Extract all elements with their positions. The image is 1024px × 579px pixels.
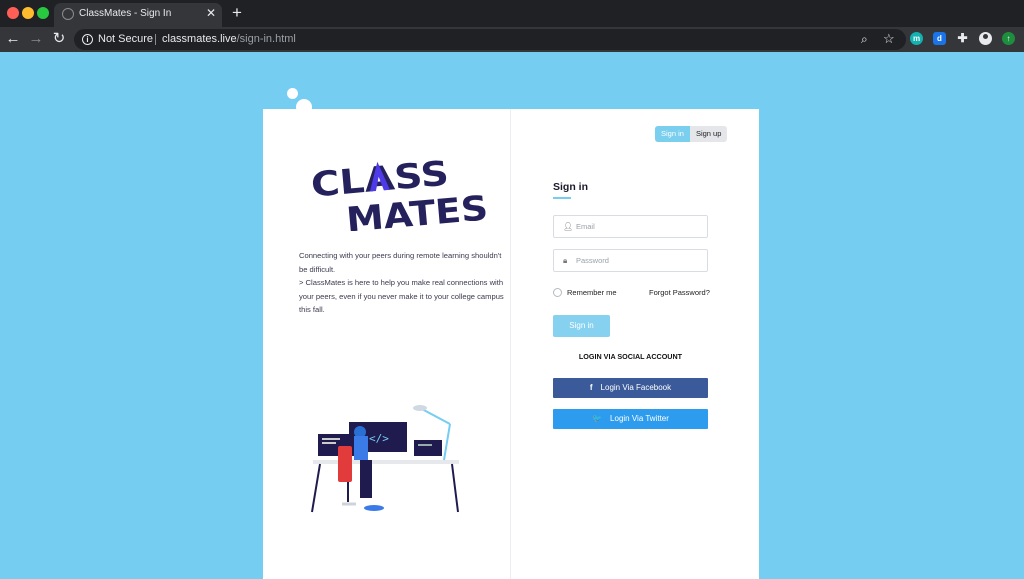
tab-sign-in[interactable]: Sign in: [655, 126, 690, 142]
email-field[interactable]: 👤︎: [553, 215, 708, 238]
password-input[interactable]: [576, 253, 702, 268]
browser-toolbar: ← → ↻ i Not Secure classmates.live/sign-…: [0, 27, 1024, 52]
bookmark-star-icon[interactable]: ☆: [883, 31, 895, 47]
intro-text: Connecting with your peers during remote…: [299, 249, 504, 317]
auth-mode-toggle: Sign in Sign up: [655, 126, 728, 142]
svg-text:</>: </>: [369, 432, 389, 445]
update-icon[interactable]: ↑: [1002, 32, 1015, 45]
extension-d-icon[interactable]: d: [933, 32, 946, 45]
zoom-icon[interactable]: ⌕: [861, 32, 868, 47]
twitter-icon: 🐦: [592, 414, 603, 423]
new-tab-button[interactable]: +: [232, 3, 242, 23]
social-login-heading: LOGIN VIA SOCIAL ACCOUNT: [578, 352, 683, 361]
address-bar[interactable]: i Not Secure classmates.live/sign-in.htm…: [74, 29, 906, 50]
url-path: /sign-in.html: [236, 33, 296, 45]
url-host: classmates.live: [162, 33, 237, 45]
desk-illustration: </>: [311, 405, 459, 513]
title-underline: [553, 197, 571, 199]
minimize-window-button[interactable]: [22, 7, 34, 19]
decorative-dot: [287, 88, 298, 99]
login-facebook-button[interactable]: f Login Via Facebook: [553, 378, 708, 398]
password-field[interactable]: 🔒︎: [553, 249, 708, 272]
login-twitter-button[interactable]: 🐦 Login Via Twitter: [553, 409, 708, 429]
remember-me-checkbox[interactable]: [553, 288, 562, 297]
close-window-button[interactable]: [7, 7, 19, 19]
intro-line-1: Connecting with your peers during remote…: [299, 251, 502, 274]
forgot-password-link[interactable]: Forgot Password?: [649, 288, 710, 297]
tab-sign-up[interactable]: Sign up: [690, 126, 727, 142]
forward-arrow-icon[interactable]: →: [27, 30, 45, 48]
address-separator: [155, 34, 156, 45]
user-icon: 👤︎: [563, 222, 574, 231]
remember-me-label[interactable]: Remember me: [567, 288, 617, 297]
reload-icon[interactable]: ↻: [50, 30, 68, 48]
url-text[interactable]: classmates.live/sign-in.html: [162, 33, 296, 45]
maximize-window-button[interactable]: [37, 7, 49, 19]
extension-m-icon[interactable]: m: [910, 32, 923, 45]
globe-icon: [62, 8, 74, 20]
signin-card: CLASS MATES Connecting with your peers d…: [263, 109, 759, 579]
twitter-button-label: Login Via Twitter: [610, 414, 669, 423]
close-tab-icon[interactable]: ✕: [206, 6, 216, 20]
facebook-icon: f: [589, 383, 593, 392]
extensions-puzzle-icon[interactable]: ✚: [956, 32, 969, 45]
card-divider: [510, 109, 511, 579]
classmates-logo: CLASS MATES: [309, 154, 489, 231]
profile-avatar-icon[interactable]: [979, 32, 992, 45]
browser-tab[interactable]: ClassMates - Sign In ✕: [54, 3, 222, 27]
sign-in-button[interactable]: Sign in: [553, 315, 610, 337]
lock-icon: 🔒︎: [563, 256, 568, 265]
back-arrow-icon[interactable]: ←: [4, 30, 22, 48]
tab-title: ClassMates - Sign In: [79, 8, 172, 19]
info-icon[interactable]: i: [82, 34, 93, 45]
intro-line-2: > ClassMates is here to help you make re…: [299, 278, 504, 314]
facebook-button-label: Login Via Facebook: [600, 383, 672, 392]
security-status[interactable]: Not Secure: [98, 33, 153, 45]
email-input[interactable]: [576, 219, 702, 234]
browser-tab-bar: ClassMates - Sign In ✕ +: [0, 0, 1024, 27]
form-title: Sign in: [553, 181, 588, 193]
